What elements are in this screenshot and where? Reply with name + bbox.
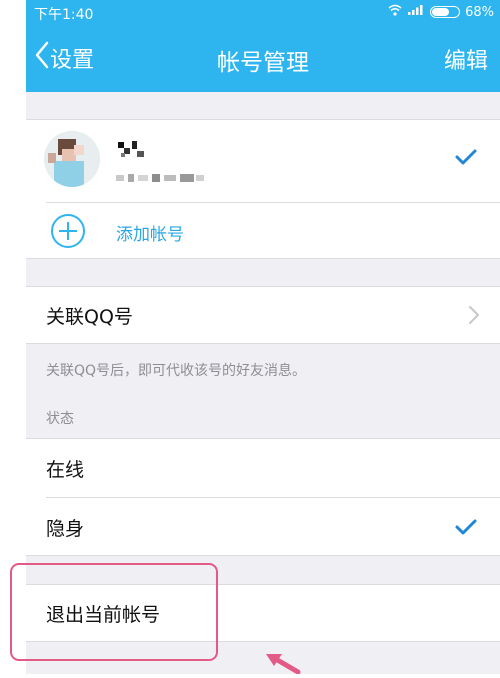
link-qq-row[interactable]: 关联QQ号 xyxy=(26,286,500,344)
signal-icon xyxy=(407,4,425,20)
wifi-icon xyxy=(388,4,402,20)
status-option-label: 隐身 xyxy=(46,518,85,540)
battery-fill xyxy=(432,8,450,16)
highlight-box xyxy=(10,563,218,661)
battery-percent: 68% xyxy=(465,4,494,20)
checkmark-icon xyxy=(454,147,478,171)
edit-button[interactable]: 编辑 xyxy=(444,43,488,75)
status-option-invisible[interactable]: 隐身 xyxy=(26,498,500,556)
status-options: 在线 隐身 xyxy=(26,438,500,556)
account-id-pixelated xyxy=(116,169,206,182)
plus-circle-icon xyxy=(50,213,86,253)
link-qq-hint: 关联QQ号后，即可代收该号的好友消息。 xyxy=(46,363,307,379)
status-option-label: 在线 xyxy=(46,459,85,481)
account-section: 添加帐号 xyxy=(26,119,500,259)
status-time: 下午1:40 xyxy=(34,7,94,23)
account-name-pixelated xyxy=(118,139,158,161)
add-account-label: 添加帐号 xyxy=(116,225,184,245)
page-title: 帐号管理 xyxy=(217,50,309,76)
link-qq-label: 关联QQ号 xyxy=(46,306,133,328)
account-row[interactable] xyxy=(26,119,500,202)
arrow-icon xyxy=(262,652,302,678)
status-option-online[interactable]: 在线 xyxy=(26,438,500,497)
add-account-row[interactable]: 添加帐号 xyxy=(26,203,500,259)
status-bar: 下午1:40 68% xyxy=(26,0,500,26)
chevron-right-icon xyxy=(468,305,480,329)
navigation-bar: 设置 帐号管理 编辑 xyxy=(26,26,500,92)
status-section-header: 状态 xyxy=(46,411,74,427)
avatar xyxy=(44,131,100,187)
checkmark-icon xyxy=(454,517,478,541)
battery-icon xyxy=(430,6,461,18)
status-icons: 68% xyxy=(388,4,494,20)
